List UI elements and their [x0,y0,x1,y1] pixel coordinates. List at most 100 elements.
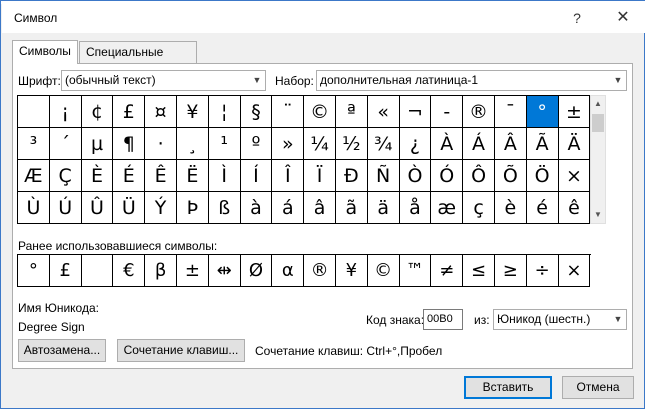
symbol-cell[interactable]: É [113,160,146,192]
symbol-cell[interactable]: ¬ [399,96,432,128]
recent-symbol-cell[interactable]: × [558,255,591,287]
symbol-grid-scrollbar[interactable]: ▲ ▼ [590,95,606,224]
recent-symbol-cell[interactable]: ™ [399,255,432,287]
recent-symbol-cell[interactable]: Ø [240,255,273,287]
recent-symbol-cell[interactable]: β [145,255,177,287]
symbol-cell[interactable]: Ê [145,160,177,192]
symbol-cell[interactable]: À [431,128,464,160]
insert-button[interactable]: Вставить [464,376,552,399]
font-select[interactable]: (обычный текст) ▼ [61,70,266,91]
symbol-cell[interactable]: ¶ [113,128,146,160]
symbol-cell[interactable]: Ç [49,160,82,192]
symbol-cell[interactable]: È [81,160,114,192]
recent-symbol-cell[interactable]: α [272,255,305,287]
recent-symbol-cell[interactable]: ⇹ [208,255,241,287]
chevron-down-icon[interactable]: ▼ [609,71,626,90]
symbol-cell[interactable]: ª [335,96,368,128]
tab-special-characters[interactable]: Специальные знаки [79,41,197,79]
subset-select[interactable]: дополнительная латиница-1 ▼ [316,70,627,91]
symbol-cell[interactable]: ã [335,192,368,224]
recent-symbol-cell[interactable]: ≠ [431,255,464,287]
symbol-cell[interactable]: ¨ [272,96,305,128]
symbol-cell[interactable]: ¦ [208,96,241,128]
symbol-cell[interactable]: Ù [18,192,50,224]
symbol-cell[interactable]: µ [81,128,114,160]
symbol-cell[interactable]: Û [81,192,114,224]
recent-symbol-cell[interactable]: ÷ [526,255,559,287]
recent-symbol-cell[interactable]: ≥ [494,255,527,287]
recent-symbol-cell[interactable]: € [113,255,146,287]
symbol-grid[interactable]: ¡ ¢ £ ¤ ¥ ¦ § ¨ © ª «¬ - ® ¯ ° ± ³ ´ µ ¶ · ¸ ¹ º» ¼ ½ ¾ ¿ À Á Â Ã Ä Æ Ç È É Ê… [17,95,591,224]
symbol-cell[interactable]: « [367,96,400,128]
tab-symbols[interactable]: Символы [12,40,78,64]
symbol-cell[interactable]: ® [463,96,495,128]
symbol-cell[interactable]: Í [240,160,273,192]
symbol-cell[interactable]: ¿ [399,128,432,160]
chevron-down-icon[interactable]: ▼ [248,71,265,90]
symbol-cell[interactable]: Ò [399,160,432,192]
symbol-cell[interactable]: ± [558,96,591,128]
symbol-cell[interactable]: Þ [176,192,209,224]
recent-symbol-cell[interactable]: ® [304,255,336,287]
symbol-cell[interactable]: é [526,192,559,224]
char-code-input[interactable]: 00B0 [423,309,463,330]
symbol-cell[interactable]: ¾ [367,128,400,160]
symbol-cell[interactable]: ¥ [176,96,209,128]
symbol-cell[interactable]: ç [463,192,495,224]
symbol-cell[interactable]: Ä [558,128,591,160]
close-button[interactable]: ✕ [609,6,637,30]
symbol-cell[interactable]: » [272,128,305,160]
symbol-cell[interactable]: ¤ [145,96,177,128]
recent-symbol-cell[interactable] [81,255,114,287]
symbol-cell[interactable]: ´ [49,128,82,160]
symbol-cell[interactable]: Ú [49,192,82,224]
symbol-cell[interactable]: Î [272,160,305,192]
help-button[interactable]: ? [563,6,591,30]
symbol-cell[interactable]: Á [463,128,495,160]
recent-symbol-cell[interactable]: ≤ [463,255,495,287]
symbol-cell[interactable]: à [240,192,273,224]
symbol-cell[interactable]: á [272,192,305,224]
scroll-up-icon[interactable]: ▲ [591,96,605,112]
symbol-cell[interactable]: Æ [18,160,50,192]
symbol-cell[interactable]: § [240,96,273,128]
shortcut-key-button[interactable]: Сочетание клавиш... [117,339,245,362]
recent-symbol-cell[interactable]: ¥ [335,255,368,287]
symbol-cell[interactable]: ä [367,192,400,224]
symbol-cell[interactable]: ¢ [81,96,114,128]
symbol-cell[interactable]: Â [494,128,527,160]
symbol-cell[interactable]: ³ [18,128,50,160]
recent-symbol-cell[interactable]: © [367,255,400,287]
symbol-cell[interactable]: × [558,160,591,192]
symbol-cell[interactable]: · [145,128,177,160]
symbol-cell[interactable]: £ [113,96,146,128]
symbol-cell[interactable]: Ñ [367,160,400,192]
symbol-cell[interactable]: ¸ [176,128,209,160]
symbol-cell[interactable]: Ð [335,160,368,192]
symbol-cell[interactable]: ¯ [494,96,527,128]
recent-symbols-row[interactable]: ° £ € β ± ⇹ Øα ® ¥ © ™ ≠ ≤ ≥ ÷ × [17,254,591,287]
symbol-cell[interactable]: © [304,96,336,128]
symbol-cell[interactable]: å [399,192,432,224]
cancel-button[interactable]: Отмена [562,376,634,399]
recent-symbol-cell[interactable]: £ [49,255,82,287]
symbol-cell[interactable]: ½ [335,128,368,160]
symbol-cell[interactable]: Ô [463,160,495,192]
symbol-cell[interactable]: ¼ [304,128,336,160]
from-select[interactable]: Юникод (шестн.) ▼ [493,309,627,330]
symbol-cell[interactable]: Ý [145,192,177,224]
symbol-cell[interactable]: Ö [526,160,559,192]
symbol-cell[interactable]: è [494,192,527,224]
symbol-cell[interactable]: Ì [208,160,241,192]
symbol-cell[interactable] [18,96,50,128]
symbol-cell[interactable]: Ü [113,192,146,224]
autocorrect-button[interactable]: Автозамена... [18,339,106,362]
symbol-cell[interactable]: Õ [494,160,527,192]
symbol-cell[interactable]: Ó [431,160,464,192]
symbol-cell[interactable]: ¹ [208,128,241,160]
symbol-cell[interactable]: ß [208,192,241,224]
symbol-cell[interactable]: º [240,128,273,160]
recent-symbol-cell[interactable]: ° [18,255,50,287]
scroll-thumb[interactable] [592,114,604,132]
symbol-cell[interactable]: - [431,96,464,128]
